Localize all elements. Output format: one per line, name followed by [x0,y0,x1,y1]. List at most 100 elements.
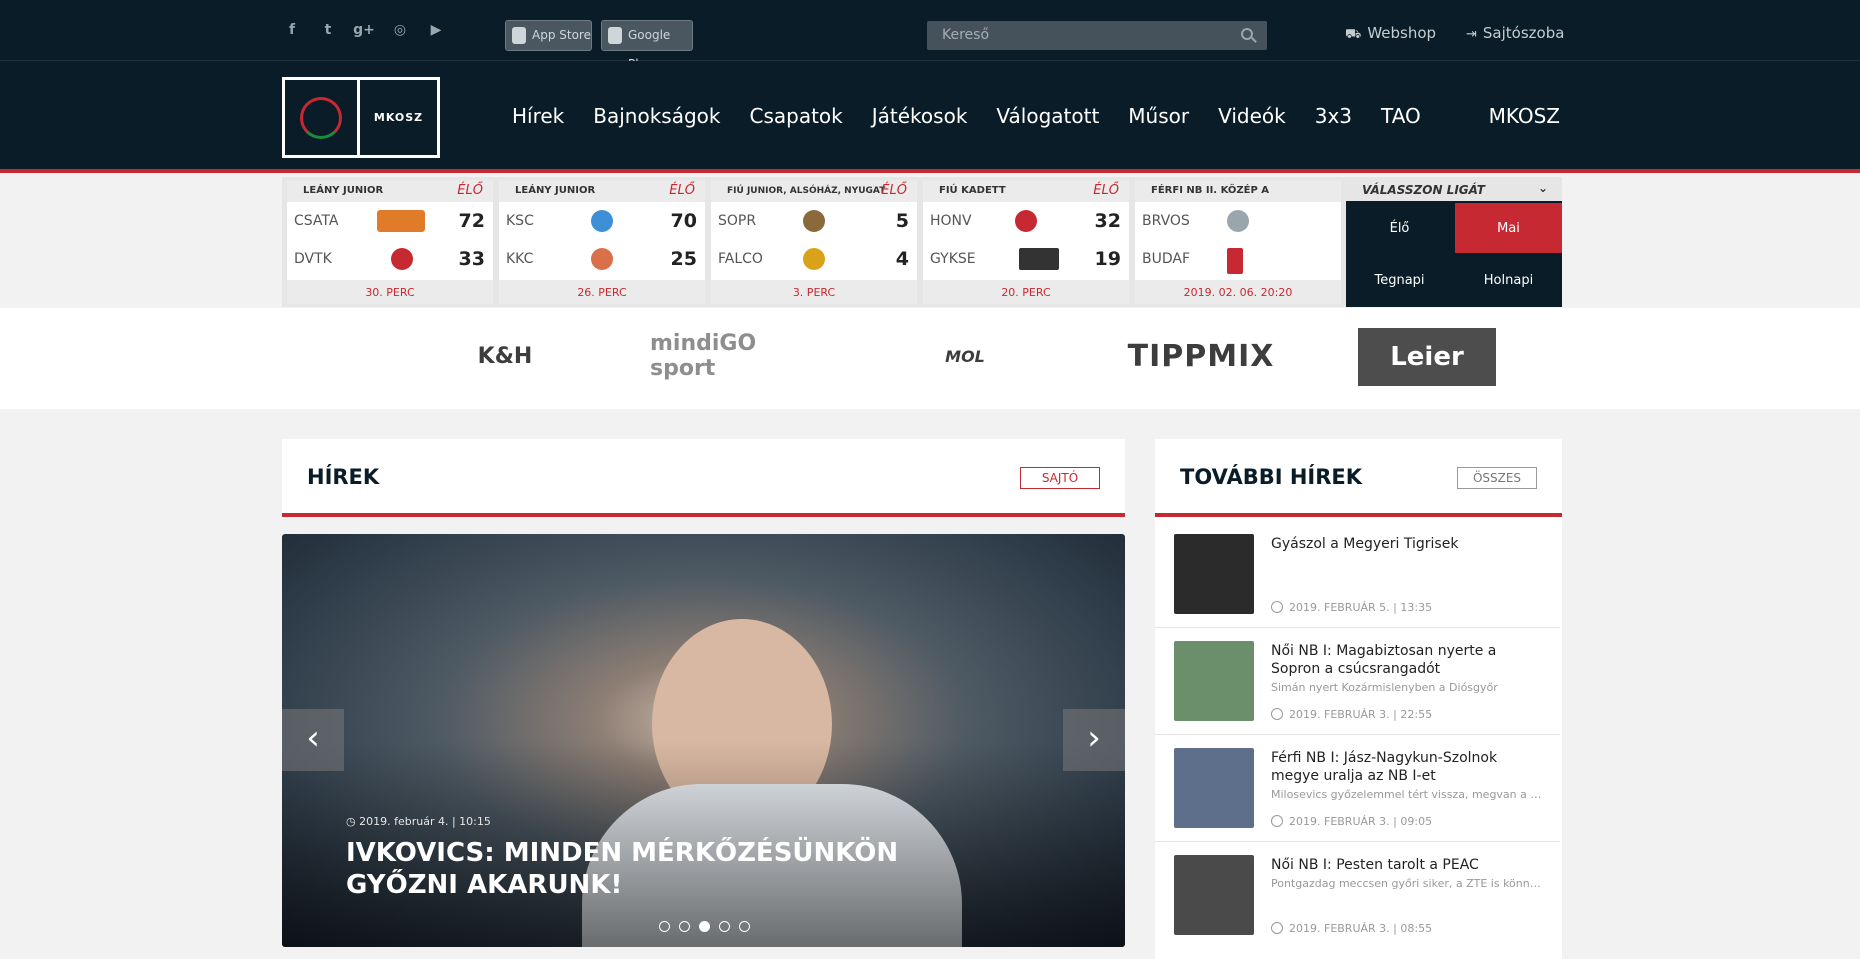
nav-item-csapatok[interactable]: Csapatok [749,104,842,128]
away-score: 33 [458,248,485,270]
news-item-lead: Milosevics győzelemmel tért vissza, megv… [1271,788,1546,801]
match-league: LEÁNY JUNIOR [515,185,596,196]
more-news-header: TOVÁBBI HÍREK ÖSSZES [1155,439,1562,517]
login-icon: ⇥ [1466,27,1477,42]
sponsor-tippmix[interactable]: TIPPMIX [1108,326,1294,386]
sponsor-mindigo[interactable]: mindiGO sport [650,326,820,386]
news-item-time: 2019. FEBRUÁR 3. | 09:05 [1271,815,1432,828]
mkosz-logo[interactable]: MKOSZ [282,77,440,158]
twitter-icon[interactable]: t [310,22,346,38]
instagram-icon[interactable]: ◎ [382,22,418,38]
home-team: BRVOS [1142,213,1190,229]
filter-live[interactable]: Élő [1346,203,1453,253]
news-slider[interactable]: ‹ › ◷ 2019. február 4. | 10:15 IVKOVICS:… [282,534,1125,947]
webshop-link[interactable]: ⛟ Webshop [1345,24,1436,44]
search-icon[interactable] [1241,28,1253,40]
all-news-button[interactable]: ÖSSZES [1457,467,1537,489]
match-card[interactable]: LEÁNY JUNIOR ÉLŐ CSATA 72 DVTK 33 30. PERC [287,180,493,304]
team-logo-icon [591,248,613,270]
home-score: 32 [1094,210,1121,232]
home-team: CSATA [294,213,339,229]
next-arrow-icon[interactable]: › [1063,709,1125,771]
nav-item-3x3[interactable]: 3x3 [1315,104,1352,128]
sponsor-strip: K&H mindiGO sport MOL TIPPMIX Leier [0,308,1860,409]
slide-dot-active[interactable] [699,921,710,932]
news-thumbnail [1174,641,1254,721]
away-score: 25 [670,248,697,270]
league-selector: VÁLASSZON LIGÁT ⌄ Élő Mai Tegnapi Holnapi [1346,177,1562,307]
away-team: KKC [506,251,534,267]
news-item-title[interactable]: Férfi NB I: Jász-Nagykun-Szolnok megye u… [1271,749,1546,785]
play-icon [608,27,622,44]
live-scores-bar: LEÁNY JUNIOR ÉLŐ CSATA 72 DVTK 33 30. PERC … [282,177,1562,307]
nav-item-bajnoksagok[interactable]: Bajnokságok [593,104,720,128]
slide-dot[interactable] [739,921,750,932]
live-label: ÉLŐ [881,183,907,198]
nav-item-mkosz[interactable]: MKOSZ [1489,104,1560,128]
press-button[interactable]: SAJTÓ [1020,467,1100,489]
youtube-icon[interactable]: ▶ [418,22,454,38]
sponsor-leier[interactable]: Leier [1358,328,1496,386]
social-links: f t g+ ◎ ▶ [274,22,454,38]
google-plus-icon[interactable]: g+ [346,22,382,38]
search-placeholder: Kereső [942,27,990,43]
clock-icon [1271,601,1283,613]
nav-item-jatekosok[interactable]: Játékosok [872,104,968,128]
sponsor-kh[interactable]: K&H [466,326,544,386]
list-item[interactable]: Női NB I: Magabiztosan nyerte a Sopron a… [1155,628,1560,735]
news-item-title[interactable]: Női NB I: Pesten tarolt a PEAC [1271,856,1546,874]
search-input[interactable]: Kereső [927,21,1267,50]
match-card[interactable]: LEÁNY JUNIOR ÉLŐ KSC 70 KKC 25 26. PERC [499,180,705,304]
press-room-link[interactable]: ⇥ Sajtószoba [1466,24,1564,42]
news-item-time: 2019. FEBRUÁR 3. | 22:55 [1271,708,1432,721]
match-card[interactable]: FIÚ KADETT ÉLŐ HONV 32 GYKSE 19 20. PERC [923,180,1129,304]
filter-today[interactable]: Mai [1455,203,1562,253]
live-label: ÉLŐ [457,183,483,198]
match-league: FIÚ JUNIOR, ALSÓHÁZ, NYUGAT [727,186,886,196]
match-league: FIÚ KADETT [939,185,1006,196]
news-item-lead: Pontgazdag meccsen győri siker, a ZTE is… [1271,877,1546,890]
team-logo-icon [803,248,825,270]
match-league: LEÁNY JUNIOR [303,185,384,196]
more-news-title: TOVÁBBI HÍREK [1180,465,1363,489]
match-card[interactable]: FIÚ JUNIOR, ALSÓHÁZ, NYUGAT ÉLŐ SOPR 5 FAL… [711,180,917,304]
nav-item-tao[interactable]: TAO [1381,104,1421,128]
slide-dot[interactable] [719,921,730,932]
list-item[interactable]: Gyászol a Megyeri Tigrisek 2019. FEBRUÁR… [1155,521,1560,628]
news-item-title[interactable]: Női NB I: Magabiztosan nyerte a Sopron a… [1271,642,1546,678]
app-store-button[interactable]: App Store [505,20,592,51]
live-label: ÉLŐ [1093,183,1119,198]
news-header: HÍREK SAJTÓ [282,439,1125,517]
list-item[interactable]: Női NB I: Pesten tarolt a PEAC Pontgazda… [1155,842,1560,949]
filter-tomorrow[interactable]: Holnapi [1455,255,1562,305]
team-logo-icon [391,248,413,270]
match-card[interactable]: FÉRFI NB II. KÖZÉP A BRVOS BUDAF 2019. 0… [1135,180,1341,304]
nav-item-valogatott[interactable]: Válogatott [996,104,1099,128]
nav-item-hirek[interactable]: Hírek [512,104,564,128]
news-item-title[interactable]: Gyászol a Megyeri Tigrisek [1271,535,1546,553]
slide-dot[interactable] [679,921,690,932]
league-dropdown[interactable]: VÁLASSZON LIGÁT ⌄ [1346,177,1562,201]
nav-menu: Hírek Bajnokságok Csapatok Játékosok Vál… [512,104,1450,128]
nav-item-musor[interactable]: Műsor [1128,104,1189,128]
away-team: FALCO [718,251,763,267]
home-score: 70 [670,210,697,232]
team-logo-icon [591,210,613,232]
slide-title[interactable]: IVKOVICS: MINDEN MÉRKŐZÉSÜNKÖN GYŐZNI AK… [346,837,966,901]
filter-yesterday[interactable]: Tegnapi [1346,255,1453,305]
match-time: 30. PERC [287,280,493,304]
home-team: SOPR [718,213,757,229]
nav-item-videok[interactable]: Videók [1218,104,1286,128]
google-play-button[interactable]: Google Play [601,20,693,71]
team-logo-icon [1227,210,1249,232]
slide-date: ◷ 2019. február 4. | 10:15 [346,815,491,828]
prev-arrow-icon[interactable]: ‹ [282,709,344,771]
list-item[interactable]: Férfi NB I: Jász-Nagykun-Szolnok megye u… [1155,735,1560,842]
slide-dot[interactable] [659,921,670,932]
facebook-icon[interactable]: f [274,22,310,38]
home-team: HONV [930,213,972,229]
top-bar: f t g+ ◎ ▶ App Store Google Play Kereső … [0,0,1860,71]
away-team: GYKSE [930,251,976,267]
clock-icon [1271,815,1283,827]
sponsor-mol[interactable]: MOL [930,326,1000,386]
